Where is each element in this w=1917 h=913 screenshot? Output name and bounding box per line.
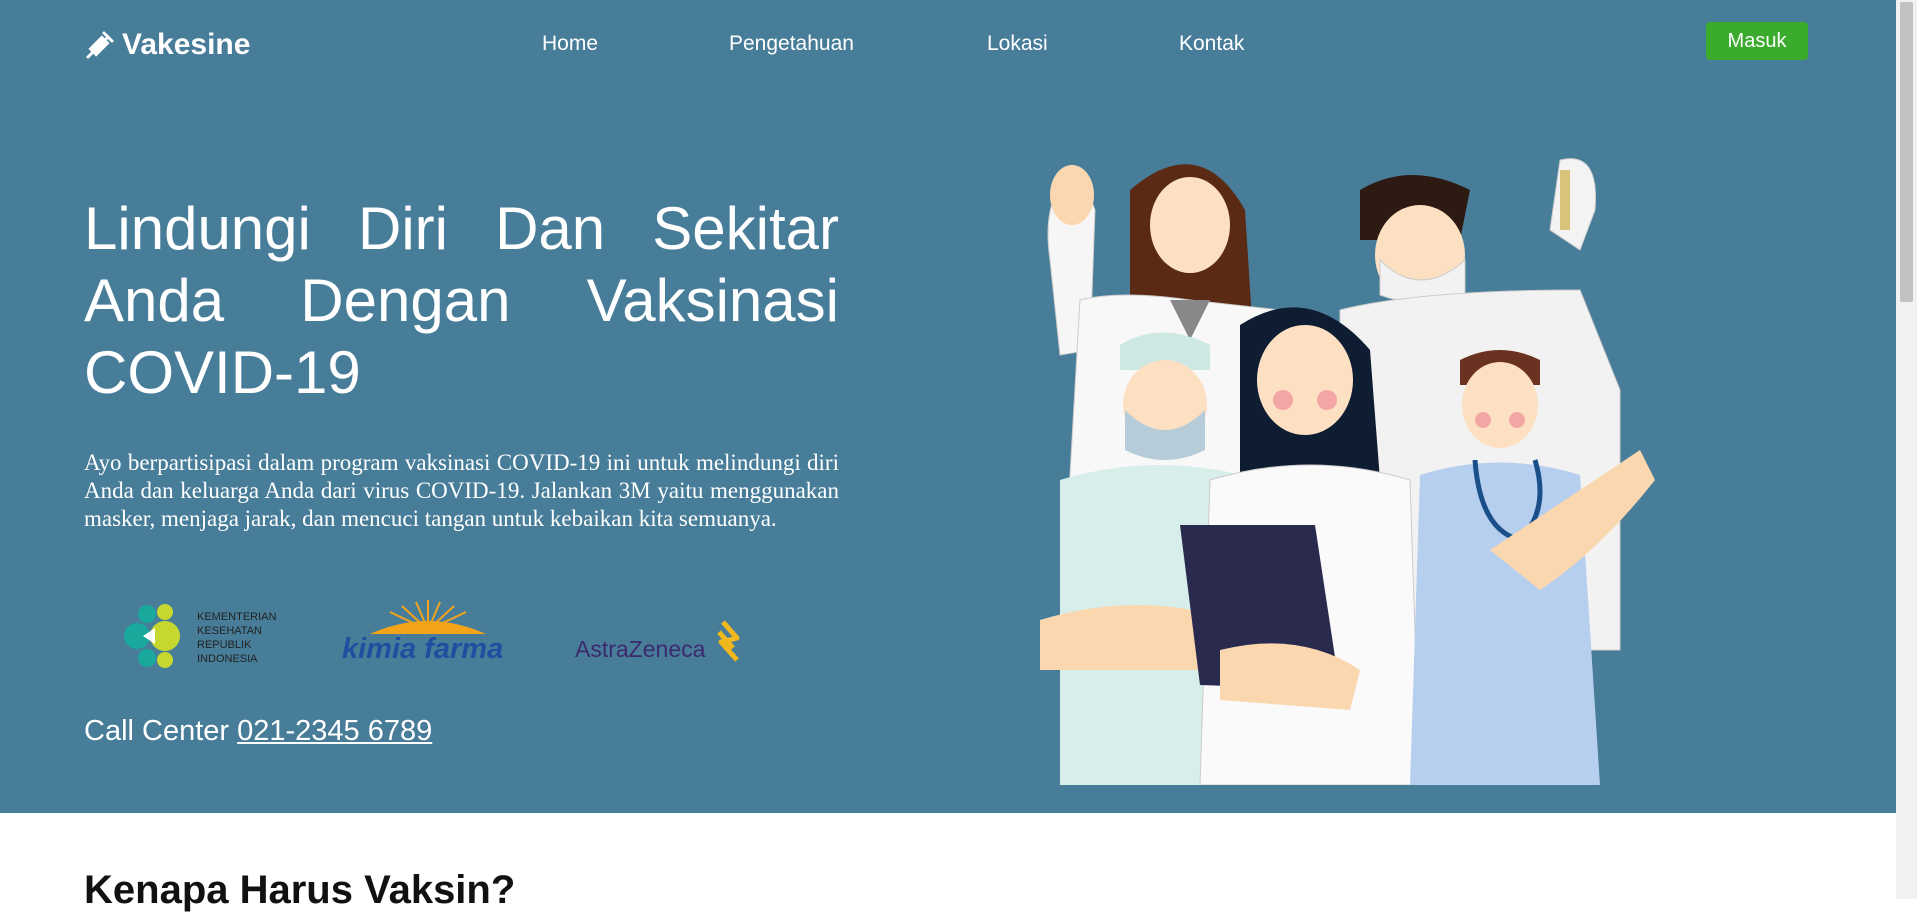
kemenkes-line3: REPUBLIK bbox=[197, 639, 252, 651]
scrollbar[interactable] bbox=[1896, 0, 1917, 899]
brand-logo[interactable]: Vakesine bbox=[84, 28, 250, 62]
hero-description: Ayo berpartisipasi dalam program vaksina… bbox=[84, 450, 839, 531]
astrazeneca-logo: AstraZeneca bbox=[573, 618, 748, 673]
kemenkes-line1: KEMENTERIAN bbox=[197, 611, 277, 623]
nav-pengetahuan[interactable]: Pengetahuan bbox=[729, 32, 854, 56]
scrollbar-thumb[interactable] bbox=[1900, 2, 1913, 302]
nav-home[interactable]: Home bbox=[542, 32, 598, 56]
kemenkes-line2: KESEHATAN bbox=[197, 625, 262, 637]
call-center-number-link[interactable]: 021-2345 6789 bbox=[237, 715, 432, 747]
kemenkes-logo: KEMENTERIAN KESEHATAN REPUBLIK INDONESIA bbox=[115, 598, 290, 679]
kimia-farma-logo: kimia farma bbox=[340, 600, 515, 671]
astrazeneca-text: AstraZeneca bbox=[575, 636, 706, 662]
kemenkes-line4: INDONESIA bbox=[197, 653, 258, 665]
syringe-icon bbox=[86, 31, 114, 59]
health-workers-illustration bbox=[1020, 150, 1670, 790]
call-center-label: Call Center bbox=[84, 715, 230, 747]
hero-title: Lindungi Diri Dan Sekitar Anda Dengan Va… bbox=[84, 195, 839, 406]
nav-kontak[interactable]: Kontak bbox=[1179, 32, 1244, 56]
kimia-farma-text: kimia farma bbox=[342, 633, 503, 665]
login-button[interactable]: Masuk bbox=[1706, 22, 1808, 60]
section-title-why-vaccine: Kenapa Harus Vaksin? bbox=[84, 868, 516, 912]
nav-lokasi[interactable]: Lokasi bbox=[987, 32, 1048, 56]
call-center: Call Center 021-2345 6789 bbox=[84, 715, 432, 748]
brand-name: Vakesine bbox=[122, 28, 251, 61]
